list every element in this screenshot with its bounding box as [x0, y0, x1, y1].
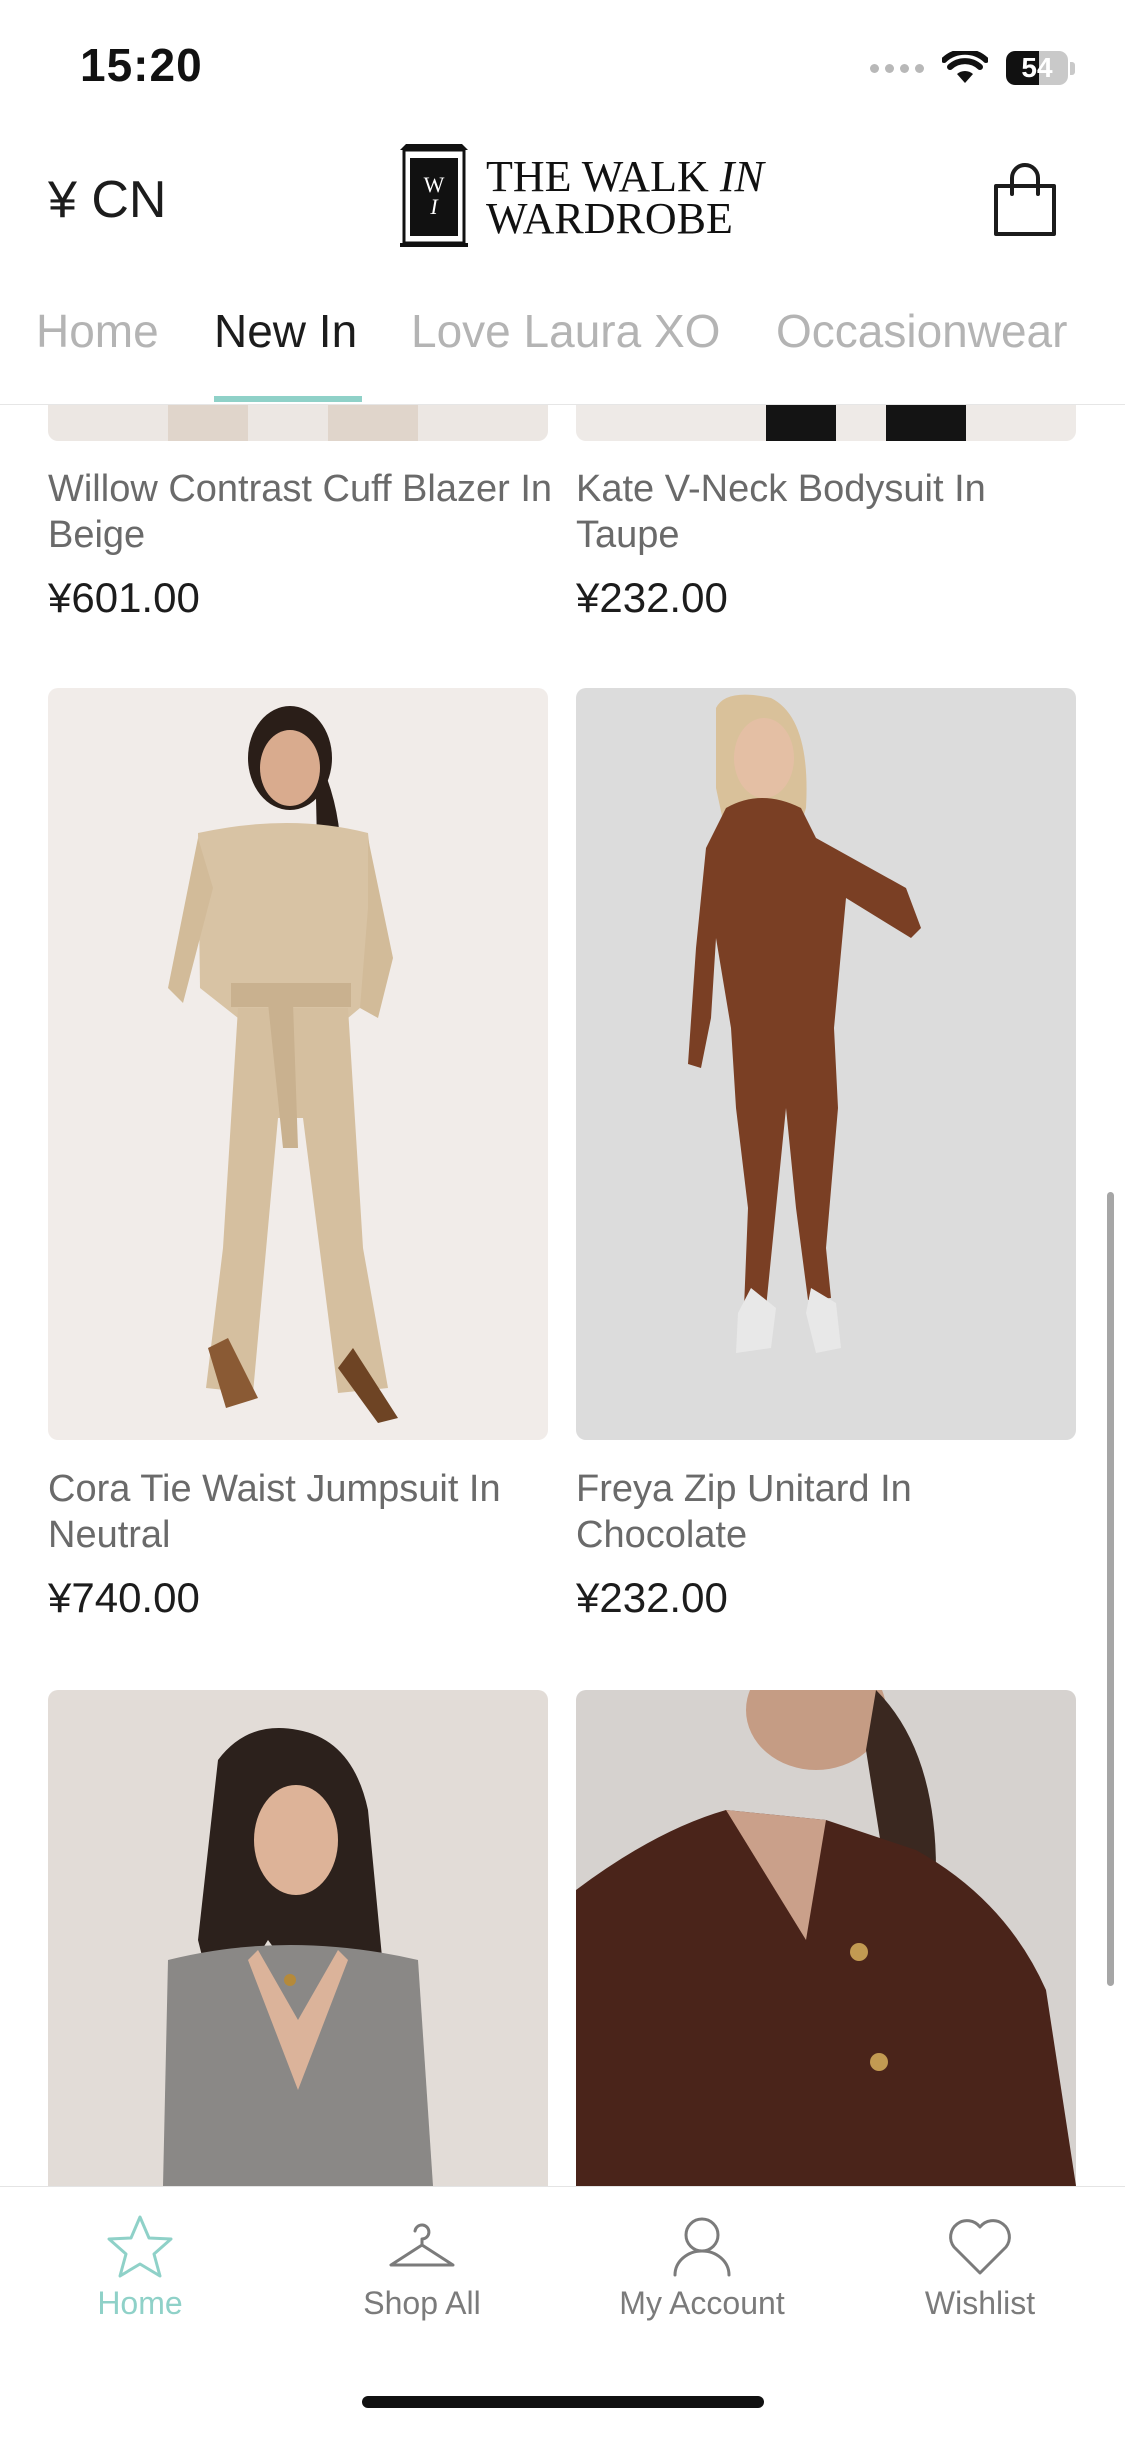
nav-my-account-label: My Account — [619, 2285, 785, 2321]
scrollbar[interactable] — [1107, 1192, 1114, 1986]
heart-icon — [949, 2219, 1011, 2275]
person-icon — [673, 2217, 731, 2277]
logo-line-2: WARDROBE — [486, 194, 733, 243]
nav-shop-all-label: Shop All — [363, 2285, 481, 2321]
cardigan-photo — [576, 1690, 1076, 2186]
nav-my-account[interactable]: My Account — [602, 2213, 802, 2322]
currency-selector[interactable]: ¥ CN — [48, 170, 166, 230]
status-indicators: 54 — [870, 48, 1075, 88]
product-image[interactable] — [48, 1690, 548, 2186]
tab-new-in[interactable]: New In — [214, 304, 357, 358]
waistcoat-photo — [163, 1728, 433, 2186]
battery-level: 54 — [1021, 52, 1053, 83]
logo-wordmark[interactable]: THE WALK IN WARDROBE — [486, 155, 764, 243]
active-tab-indicator — [214, 396, 362, 402]
unitard-photo — [688, 694, 921, 1353]
jumpsuit-photo — [168, 706, 398, 1423]
nav-home[interactable]: Home — [40, 2213, 240, 2322]
product-price: ¥232.00 — [576, 1574, 728, 1621]
product-image[interactable] — [48, 405, 548, 441]
product-name[interactable]: Kate V-Neck Bodysuit In Taupe — [576, 466, 1086, 558]
product-price: ¥232.00 — [576, 574, 728, 621]
nav-wishlist[interactable]: Wishlist — [880, 2213, 1080, 2322]
nav-home-label: Home — [97, 2285, 183, 2321]
tab-occasionwear[interactable]: Occasionwear — [776, 304, 1067, 358]
nav-wishlist-label: Wishlist — [924, 2285, 1036, 2321]
product-image[interactable] — [576, 688, 1076, 1440]
home-indicator[interactable] — [362, 2396, 764, 2408]
product-image[interactable] — [576, 405, 1076, 441]
tab-home[interactable]: Home — [36, 304, 159, 358]
product-name[interactable]: Freya Zip Unitard In Chocolate — [576, 1466, 1086, 1558]
status-time: 15:20 — [80, 39, 203, 91]
logo-icon: W I — [400, 144, 468, 247]
category-tabs: Home New In Love Laura XO Occasionwear — [0, 300, 1125, 404]
star-icon — [107, 2215, 173, 2278]
product-image[interactable] — [48, 688, 548, 1440]
product-name[interactable]: Cora Tie Waist Jumpsuit In Neutral — [48, 1466, 558, 1558]
wifi-icon — [942, 51, 988, 83]
tab-love-laura-xo[interactable]: Love Laura XO — [411, 304, 720, 358]
product-image[interactable] — [576, 1690, 1076, 2186]
product-price: ¥740.00 — [48, 1574, 200, 1621]
nav-shop-all[interactable]: Shop All — [322, 2213, 522, 2322]
product-price: ¥601.00 — [48, 574, 200, 621]
product-name[interactable]: Willow Contrast Cuff Blazer In Beige — [48, 466, 558, 558]
battery-icon: 54 — [1006, 51, 1068, 85]
signal-icon — [870, 63, 924, 73]
shopping-bag-icon[interactable] — [990, 160, 1060, 238]
hanger-icon — [389, 2223, 455, 2267]
